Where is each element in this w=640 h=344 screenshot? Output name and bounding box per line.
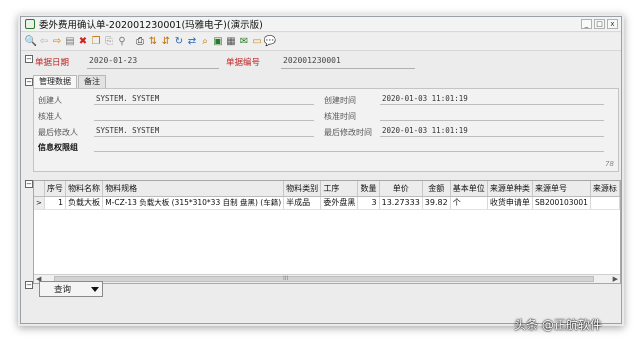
cell-seq[interactable]: 1: [44, 196, 67, 210]
bill-no-field[interactable]: 202001230001: [281, 55, 415, 69]
toolbar: 🔍 ⇦ ⇨ ▤ ✖ ❐ ⎘ ⚲ ⎙ ⇅ ⇵ ↻ ⇄ ⌕ ▣ ▦ ✉ ▭ 💬: [21, 33, 621, 51]
modifier-label: 最后修改人: [38, 128, 78, 137]
cell-spec[interactable]: M-CZ-13 负载大板 (315*310*33 自制 盘黑) (车籍): [102, 196, 285, 210]
paste-icon[interactable]: ⎘: [103, 36, 115, 48]
col-header-process[interactable]: 工序: [320, 181, 359, 197]
refresh-icon[interactable]: ↻: [173, 36, 185, 48]
reviewed-time-field: [380, 110, 604, 121]
detail-grid: 序号 物料名称 物料规格 物料类别 工序 数量 单价 金额 基本单位 来源单种类…: [33, 180, 621, 284]
row-indicator-header: [34, 181, 45, 197]
modified-time-label: 最后修改时间: [324, 128, 372, 137]
col-header-spec[interactable]: 物料规格: [102, 181, 285, 197]
header-collapse-toggle[interactable]: −: [25, 55, 33, 63]
created-time-field: 2020-01-03 11:01:19: [380, 94, 604, 105]
cell-price[interactable]: 13.27333: [379, 196, 423, 210]
scroll-thumb-grip: III: [283, 275, 289, 282]
transfer-icon[interactable]: ⇄: [186, 36, 198, 48]
modifier-field: SYSTEM. SYSTEM: [94, 126, 314, 137]
reviewed-time-label: 核准时间: [324, 112, 356, 121]
col-header-seq[interactable]: 序号: [44, 181, 67, 197]
tab-strip: 管理数据 备注: [33, 75, 107, 88]
forward-icon[interactable]: ⇨: [51, 36, 63, 48]
creator-label: 创建人: [38, 96, 62, 105]
unaudit-icon[interactable]: ⇵: [160, 36, 172, 48]
query-button-label: 查询: [54, 285, 72, 295]
col-header-source-type[interactable]: 来源单种类: [487, 181, 534, 197]
reviewer-field: [94, 110, 314, 121]
maximize-button[interactable]: □: [594, 19, 605, 29]
cell-qty[interactable]: 3: [357, 196, 380, 210]
col-header-source-flag[interactable]: 来源标: [590, 181, 620, 197]
cell-amount[interactable]: 39.82: [422, 196, 451, 210]
col-header-source-no[interactable]: 来源单号: [532, 181, 591, 197]
print-icon[interactable]: ▭: [251, 36, 263, 48]
print-preview-icon[interactable]: 🔍: [25, 36, 37, 48]
minimize-button[interactable]: _: [581, 19, 592, 29]
cell-name[interactable]: 负载大板: [65, 196, 104, 210]
printer-icon[interactable]: ⎙: [134, 36, 146, 48]
col-header-name[interactable]: 物料名称: [65, 181, 104, 197]
bill-date-label: 单据日期: [35, 58, 70, 68]
col-header-price[interactable]: 单价: [379, 181, 423, 197]
cell-unit[interactable]: 个: [450, 196, 488, 210]
cell-source-no[interactable]: SB200103001: [532, 196, 591, 210]
chevron-down-icon[interactable]: [91, 287, 99, 292]
title-bar: 委外费用确认单-202001230001(玛雅电子)(演示版) _ □ x: [21, 17, 621, 32]
delete-icon[interactable]: ✖: [77, 36, 89, 48]
report-icon[interactable]: ▦: [225, 36, 237, 48]
mail-icon[interactable]: ✉: [238, 36, 250, 48]
window-title: 委外费用确认单-202001230001(玛雅电子)(演示版): [39, 20, 263, 31]
query-button[interactable]: 查询: [39, 281, 103, 297]
app-icon: [25, 19, 35, 29]
window-controls: _ □ x: [581, 19, 618, 29]
save-icon[interactable]: ▤: [64, 36, 76, 48]
bill-date-label-row: 单据日期: [35, 55, 69, 69]
horizontal-scrollbar[interactable]: ◀ III ▶: [34, 274, 620, 283]
col-header-amount[interactable]: 金额: [422, 181, 451, 197]
created-time-label: 创建时间: [324, 96, 356, 105]
cell-category[interactable]: 半成品: [283, 196, 322, 210]
col-header-unit[interactable]: 基本单位: [450, 181, 488, 197]
grid-collapse-toggle[interactable]: −: [25, 180, 33, 188]
separator: [129, 36, 133, 48]
watermark: 头条 @正航软件: [514, 318, 602, 332]
close-button[interactable]: x: [607, 19, 618, 29]
grid-header-row: 序号 物料名称 物料规格 物料类别 工序 数量 单价 金额 基本单位 来源单种类…: [34, 181, 620, 197]
permission-group-field[interactable]: [94, 141, 604, 152]
copy-icon[interactable]: ❐: [90, 36, 102, 48]
modified-time-field: 2020-01-03 11:01:19: [380, 126, 604, 137]
creator-field: SYSTEM. SYSTEM: [94, 94, 314, 105]
audit-icon[interactable]: ⇅: [147, 36, 159, 48]
tabs-collapse-toggle[interactable]: −: [25, 78, 33, 86]
cell-process[interactable]: 委外盘黑: [320, 196, 359, 210]
col-header-category[interactable]: 物料类别: [283, 181, 322, 197]
cell-source-flag[interactable]: [590, 196, 620, 210]
link-icon[interactable]: ⚲: [116, 36, 128, 48]
back-icon[interactable]: ⇦: [38, 36, 50, 48]
col-header-qty[interactable]: 数量: [357, 181, 380, 197]
detail-table: 序号 物料名称 物料规格 物料类别 工序 数量 单价 金额 基本单位 来源单种类…: [34, 181, 620, 210]
bill-date-field[interactable]: 2020-01-23: [87, 55, 219, 69]
cell-source-type[interactable]: 收货申请单: [487, 196, 534, 210]
bill-no-label: 单据编号: [226, 58, 261, 68]
tab-notes[interactable]: 备注: [78, 75, 106, 88]
row-indicator: >: [34, 196, 45, 210]
permission-group-label: 信息权限组: [38, 143, 78, 152]
bill-no-label-row: 单据编号: [226, 55, 260, 69]
corner-tag: 78: [605, 160, 614, 168]
table-row[interactable]: > 1 负载大板 M-CZ-13 负载大板 (315*310*33 自制 盘黑)…: [34, 196, 620, 210]
search-icon[interactable]: ⌕: [199, 36, 211, 48]
export-icon[interactable]: ▣: [212, 36, 224, 48]
reviewer-label: 核准人: [38, 112, 62, 121]
footer-collapse-toggle[interactable]: −: [25, 281, 33, 289]
app-window: 委外费用确认单-202001230001(玛雅电子)(演示版) _ □ x 🔍 …: [20, 16, 622, 324]
scroll-right-icon[interactable]: ▶: [613, 275, 618, 283]
tab-management[interactable]: 管理数据: [33, 75, 77, 88]
management-panel: 创建人 SYSTEM. SYSTEM 创建时间 2020-01-03 11:01…: [33, 88, 619, 172]
scroll-thumb[interactable]: III: [54, 275, 594, 282]
message-icon[interactable]: 💬: [264, 36, 276, 48]
